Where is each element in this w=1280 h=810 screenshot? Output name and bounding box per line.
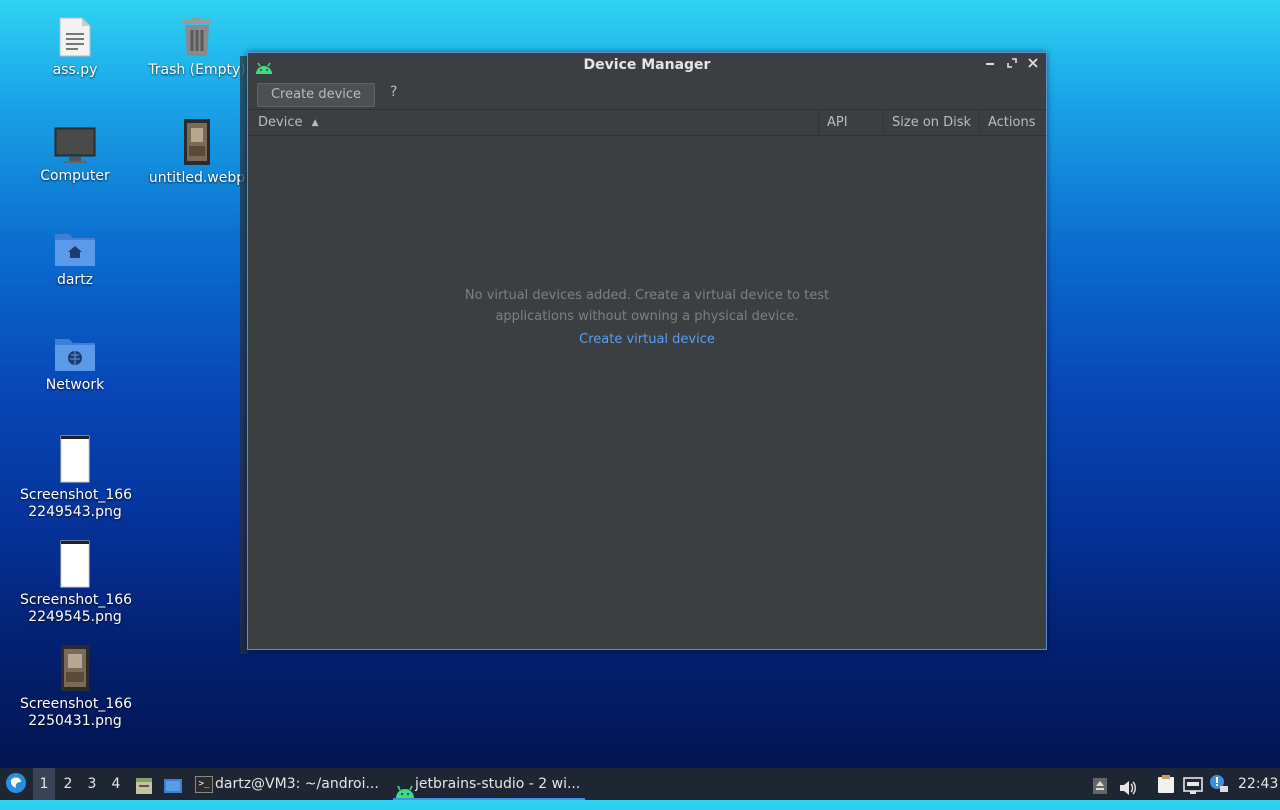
desktop-icon-label: Computer <box>40 168 110 184</box>
volume-icon[interactable] <box>1119 776 1137 795</box>
network-status-icon[interactable] <box>1183 775 1203 794</box>
column-header-api[interactable]: API <box>818 110 883 135</box>
desktop-icon-screenshot-2[interactable]: Screenshot_166 2249545.png <box>20 538 133 626</box>
empty-state-message-line1: No virtual devices added. Create a virtu… <box>464 288 830 303</box>
column-header-device[interactable]: Device ▲ <box>248 110 818 135</box>
android-icon <box>395 778 415 810</box>
window-title: Device Manager <box>583 57 711 73</box>
home-folder-icon <box>20 224 130 268</box>
network-folder-icon <box>20 329 130 373</box>
taskbar: 1 2 3 4 >_ dartz@VM3: ~/androi... jetbra… <box>0 768 1280 800</box>
device-manager-window: Device Manager Create device ? Device ▲ … <box>247 52 1047 650</box>
maximize-icon[interactable] <box>1004 57 1020 73</box>
desktop-launcher-icon[interactable] <box>163 775 183 793</box>
table-header: Device ▲ API Size on Disk Actions <box>248 110 1046 136</box>
image-file-icon <box>20 433 130 483</box>
workspace-2[interactable]: 2 <box>57 768 79 800</box>
image-thumbnail-icon <box>147 118 247 166</box>
workspace-1[interactable]: 1 <box>33 768 55 800</box>
desktop-icon-screenshot-3[interactable]: Screenshot_166 2250431.png <box>20 642 133 730</box>
desktop-icon-label: Screenshot_166 2250431.png <box>20 696 133 729</box>
desktop-icon-screenshot-1[interactable]: Screenshot_166 2249543.png <box>20 433 133 521</box>
desktop-icon-untitled-webp[interactable]: untitled.webp <box>147 118 247 187</box>
desktop-icon-label: Trash (Empty) <box>148 62 246 78</box>
computer-icon <box>20 120 130 164</box>
trash-icon <box>147 14 247 58</box>
empty-state: No virtual devices added. Create a virtu… <box>248 285 1046 350</box>
desktop-icon-label: ass.py <box>52 62 98 78</box>
image-file-icon <box>20 642 130 692</box>
terminal-icon: >_ <box>195 776 213 793</box>
desktop-icon-label: Screenshot_166 2249543.png <box>20 487 133 520</box>
text-file-icon <box>20 14 130 58</box>
eject-icon[interactable] <box>1092 775 1108 794</box>
desktop-icon-network[interactable]: Network <box>20 329 130 394</box>
notification-icon[interactable] <box>1209 774 1229 794</box>
column-header-actions[interactable]: Actions <box>979 110 1046 135</box>
image-file-icon <box>20 538 130 588</box>
file-manager-launcher-icon[interactable] <box>135 775 153 794</box>
desktop-icon-label: dartz <box>56 272 94 288</box>
help-button[interactable]: ? <box>390 84 397 100</box>
desktop-icon-computer[interactable]: Computer <box>20 120 130 185</box>
desktop-icon-dartz[interactable]: dartz <box>20 224 130 289</box>
sort-ascending-icon: ▲ <box>311 118 319 128</box>
desktop-icon-label: Network <box>45 377 105 393</box>
clipboard-icon[interactable] <box>1157 774 1175 794</box>
window-titlebar[interactable]: Device Manager <box>248 53 1046 79</box>
task-terminal[interactable]: >_ dartz@VM3: ~/androi... <box>193 768 407 800</box>
desktop-icon-trash[interactable]: Trash (Empty) <box>147 14 247 79</box>
clock[interactable]: 22:43 <box>1238 768 1278 800</box>
close-icon[interactable] <box>1025 57 1041 73</box>
desktop-icon-label: Screenshot_166 2249545.png <box>20 592 133 625</box>
minimize-icon[interactable] <box>982 57 998 73</box>
column-header-size[interactable]: Size on Disk <box>883 110 979 135</box>
start-menu-icon[interactable] <box>5 772 27 796</box>
create-device-button[interactable]: Create device <box>257 83 375 107</box>
workspace-4[interactable]: 4 <box>105 768 127 800</box>
empty-state-message-line2: applications without owning a physical d… <box>495 309 799 324</box>
create-virtual-device-link[interactable]: Create virtual device <box>579 329 715 350</box>
task-jetbrains-studio[interactable]: jetbrains-studio - 2 wi... <box>393 768 585 800</box>
desktop-icon-label: untitled.webp <box>148 170 246 186</box>
toolbar: Create device ? <box>248 79 1046 110</box>
workspace-3[interactable]: 3 <box>81 768 103 800</box>
desktop-icon-ass-py[interactable]: ass.py <box>20 14 130 79</box>
